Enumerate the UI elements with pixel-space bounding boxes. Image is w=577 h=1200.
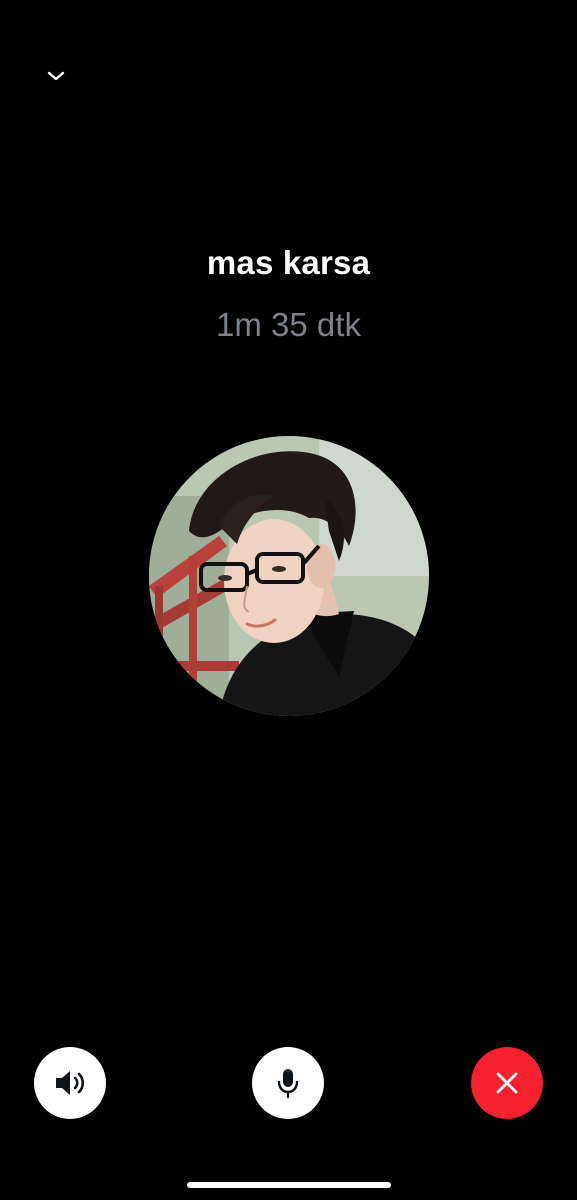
- chevron-down-icon: [47, 71, 65, 81]
- end-call-button[interactable]: [471, 1047, 543, 1119]
- home-indicator[interactable]: [187, 1182, 391, 1188]
- voice-call-screen: mas karsa 1m 35 dtk: [0, 0, 577, 1200]
- speaker-icon: [56, 1071, 85, 1095]
- caller-name: mas karsa: [206, 244, 371, 281]
- collapse-button[interactable]: [40, 60, 72, 92]
- close-icon: [496, 1072, 518, 1094]
- speaker-button[interactable]: [34, 1047, 106, 1119]
- microphone-icon: [277, 1069, 299, 1099]
- caller-avatar: [149, 436, 429, 716]
- microphone-button[interactable]: [252, 1047, 324, 1119]
- call-duration: 1m 35 dtk: [216, 306, 361, 343]
